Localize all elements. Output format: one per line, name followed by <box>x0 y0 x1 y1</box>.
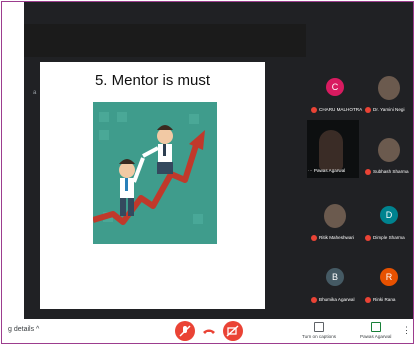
participant-name: Dimple Sharma <box>365 235 405 241</box>
participant-name: ⋯ Pawas Agarwal <box>308 168 346 173</box>
avatar: B <box>326 268 344 286</box>
mic-off-icon <box>365 107 371 113</box>
participant-tile[interactable]: C CHARU MALHOTRA <box>309 74 362 120</box>
presentation-stage: a 5. Mentor is must <box>2 2 307 319</box>
stage-header <box>24 24 306 57</box>
participant-video-tile[interactable]: ⋯ Pawas Agarwal <box>307 120 359 178</box>
presenting-button[interactable]: Pawas Agarwal <box>360 322 391 339</box>
mic-off-icon <box>179 325 191 337</box>
slide-title: 5. Mentor is must <box>94 72 211 89</box>
camera-off-icon <box>226 325 239 337</box>
avatar: C <box>326 78 344 96</box>
mic-off-icon <box>365 297 371 303</box>
participant-tiles: C CHARU MALHOTRA Dr. Yamini Negi ⋯ Pawas… <box>307 2 413 319</box>
participant-tile[interactable]: B Bhumika Agarwal <box>309 264 359 310</box>
mic-off-icon <box>365 169 371 175</box>
hang-up-icon <box>203 329 215 334</box>
avatar: D <box>380 206 398 224</box>
avatar-photo <box>378 76 400 100</box>
slide-marker: a <box>33 90 37 96</box>
participant-tile[interactable]: Dr. Yamini Negi <box>363 74 413 120</box>
participant-name: CHARU MALHOTRA <box>311 107 362 113</box>
participant-tile[interactable]: Ritik Maheshwari <box>309 202 359 248</box>
avatar-photo <box>324 204 346 228</box>
avatar-photo <box>378 138 400 162</box>
participant-name: Subhash Sharma <box>365 169 409 175</box>
climbing-illustration-icon <box>93 102 217 244</box>
camera-toggle-button[interactable] <box>223 321 243 341</box>
mic-off-icon <box>311 235 317 241</box>
participant-name: Ritik Maheshwari <box>311 235 354 241</box>
mentor-illustration <box>93 102 217 244</box>
meeting-controls-bar: g details ^ Turn on captions Pawas Agarw… <box>2 319 413 343</box>
video-feed <box>319 130 343 170</box>
captions-button[interactable]: Turn on captions <box>302 322 336 339</box>
meet-window: a 5. Mentor is must C CHARU MALHOTRA Dr.… <box>1 1 414 344</box>
participant-name: Bhumika Agarwal <box>311 297 355 303</box>
present-screen-icon <box>370 322 381 332</box>
more-options-icon[interactable]: ⋮ <box>402 325 411 336</box>
mic-off-icon <box>365 235 371 241</box>
mic-off-icon <box>311 107 317 113</box>
participant-name: Dr. Yamini Negi <box>365 107 405 113</box>
participant-tile[interactable]: Subhash Sharma <box>363 136 413 182</box>
presentation-slide: 5. Mentor is must <box>40 62 265 309</box>
participant-tile[interactable]: R Rinki Rana <box>363 264 413 310</box>
participant-name: Rinki Rana <box>365 297 395 303</box>
mic-off-icon <box>311 297 317 303</box>
captions-icon <box>314 322 325 332</box>
left-strip <box>2 2 24 319</box>
participant-tile[interactable]: D Dimple Sharma <box>363 202 413 248</box>
avatar: R <box>380 268 398 286</box>
meeting-details-button[interactable]: g details ^ <box>8 326 39 333</box>
leave-call-button[interactable] <box>199 321 219 341</box>
mic-toggle-button[interactable] <box>175 321 195 341</box>
